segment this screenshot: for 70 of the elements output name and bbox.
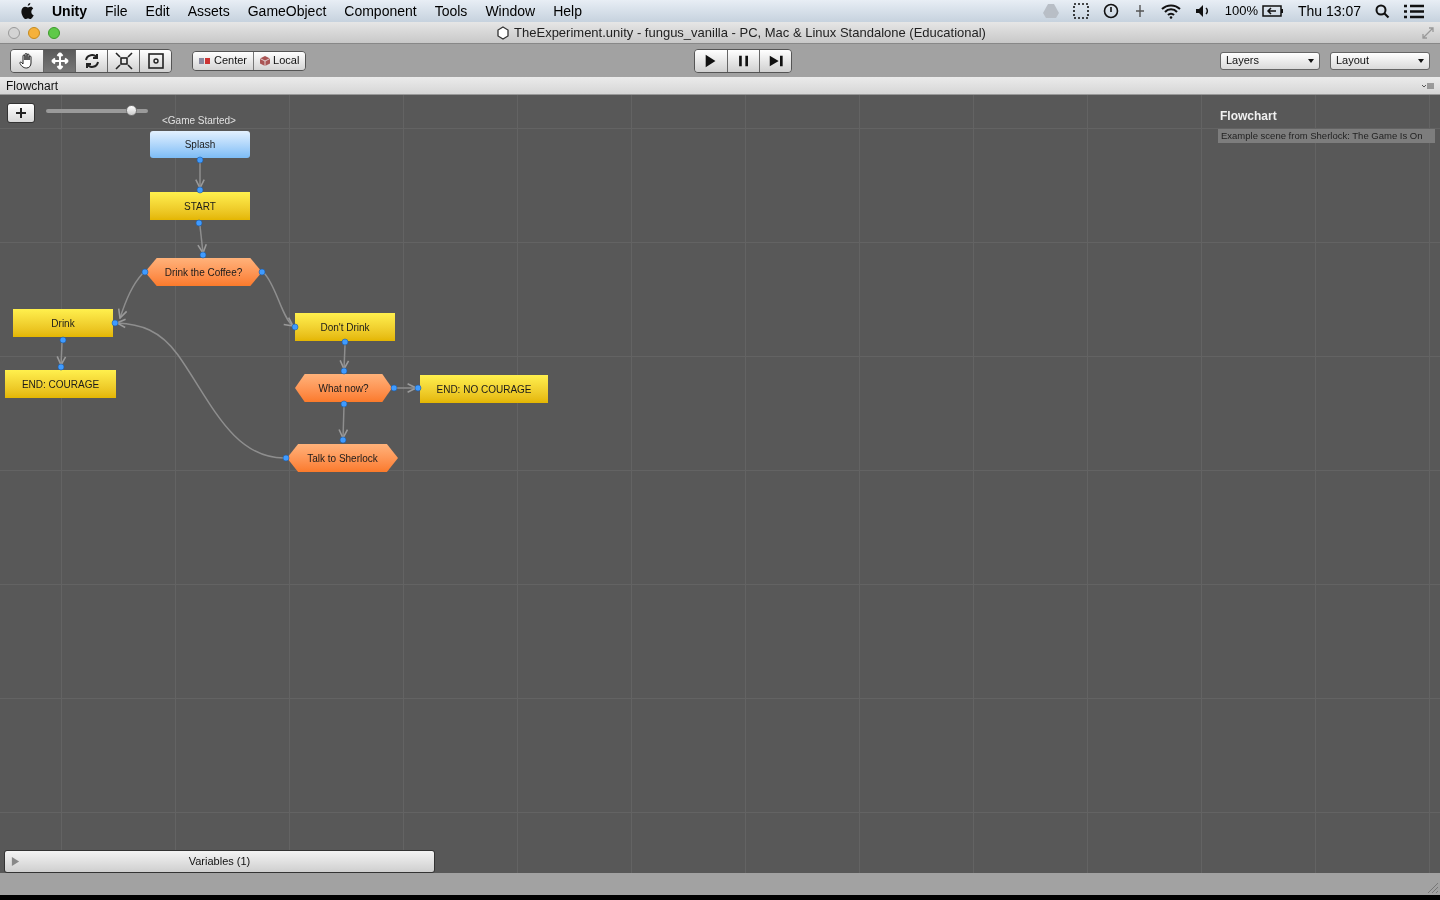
menu-item[interactable]: Window — [485, 0, 536, 22]
menu-item[interactable]: Component — [344, 0, 417, 22]
plus-icon — [16, 108, 26, 118]
flowchart-tab[interactable]: Flowchart — [6, 76, 58, 95]
speaker-icon[interactable] — [1194, 4, 1211, 18]
pivot-center-button[interactable]: Center — [193, 51, 254, 70]
dropdown-caret-icon — [1418, 58, 1424, 63]
search-icon[interactable] — [1375, 3, 1390, 19]
flowchart-title: Flowchart — [1220, 108, 1277, 125]
cube-icon — [260, 55, 271, 66]
menu-item[interactable]: File — [105, 0, 128, 22]
unity-logo-icon — [496, 25, 511, 40]
connector-arrow — [395, 383, 417, 393]
window-title: TheExperiment.unity - fungus_vanilla - PC, Mac & Linux Standalone (Educational) — [514, 23, 986, 42]
list-icon[interactable] — [1404, 3, 1424, 19]
disclosure-triangle-icon[interactable] — [11, 857, 20, 866]
connector-arrow — [195, 161, 205, 189]
layers-dropdown[interactable]: Layers — [1220, 51, 1320, 70]
rotate-icon — [82, 51, 101, 70]
event-label: <Game Started> — [162, 114, 236, 128]
resize-grip-icon[interactable] — [1428, 883, 1438, 893]
pause-button[interactable] — [727, 49, 760, 72]
step-button[interactable] — [759, 49, 792, 72]
battery-icon[interactable] — [1261, 5, 1284, 17]
tool-button[interactable] — [11, 49, 43, 72]
selection-icon[interactable] — [1072, 3, 1089, 19]
menu-item[interactable]: GameObject — [247, 0, 327, 22]
add-block-button[interactable] — [7, 103, 35, 123]
tool-button[interactable] — [107, 49, 139, 72]
choice-node[interactable]: What now? — [295, 374, 392, 402]
connector-arrow — [338, 405, 349, 439]
menu-clock[interactable]: Thu 13:07 — [1297, 0, 1361, 22]
pivot-center-icon — [199, 56, 211, 65]
battery-percentage: 100% — [1224, 2, 1258, 21]
menu-item[interactable]: Edit — [145, 0, 170, 22]
menu-item[interactable]: Help — [553, 0, 582, 22]
move-arrows-icon — [50, 51, 69, 70]
choice-node[interactable]: Drink the Coffee? — [145, 258, 262, 286]
menu-item[interactable]: Assets — [187, 0, 230, 22]
app-menu[interactable]: Unity — [52, 0, 87, 22]
menu-item[interactable]: Tools — [434, 0, 468, 22]
variables-panel-header[interactable]: Variables (1) — [4, 850, 435, 873]
tool-button[interactable] — [139, 49, 171, 72]
tab-menu-icon[interactable] — [1422, 81, 1434, 90]
layout-dropdown[interactable]: Layout — [1330, 51, 1430, 70]
scale-icon — [114, 51, 133, 70]
block-node[interactable]: Drink — [13, 309, 113, 337]
zoom-button[interactable] — [48, 26, 60, 39]
tool-button[interactable] — [43, 49, 75, 72]
block-node[interactable]: Don't Drink — [295, 313, 395, 341]
connector-arrow — [56, 342, 67, 366]
slider-thumb[interactable] — [125, 105, 137, 116]
wifi-icon[interactable] — [1160, 3, 1181, 19]
event-block[interactable]: Splash — [150, 131, 250, 158]
rect-tool-icon — [146, 51, 165, 70]
choice-node[interactable]: Talk to Sherlock — [287, 444, 398, 472]
connector-arrow — [339, 344, 350, 370]
apple-logo-icon[interactable] — [20, 2, 36, 20]
tool-button[interactable] — [75, 49, 107, 72]
connector-arrow — [197, 225, 208, 254]
block-node[interactable]: END: COURAGE — [5, 370, 116, 398]
flowchart-description: Example scene from Sherlock: The Game Is On — [1218, 129, 1435, 143]
block-node[interactable]: END: NO COURAGE — [420, 375, 548, 403]
variables-label: Variables (1) — [187, 854, 252, 870]
block-node[interactable]: START — [150, 192, 250, 220]
clock-icon[interactable] — [1102, 3, 1119, 19]
zoom-slider[interactable] — [46, 105, 148, 117]
dropdown-caret-icon — [1308, 58, 1314, 63]
play-button[interactable] — [695, 49, 728, 72]
pivot-local-button[interactable]: Local — [253, 51, 306, 70]
